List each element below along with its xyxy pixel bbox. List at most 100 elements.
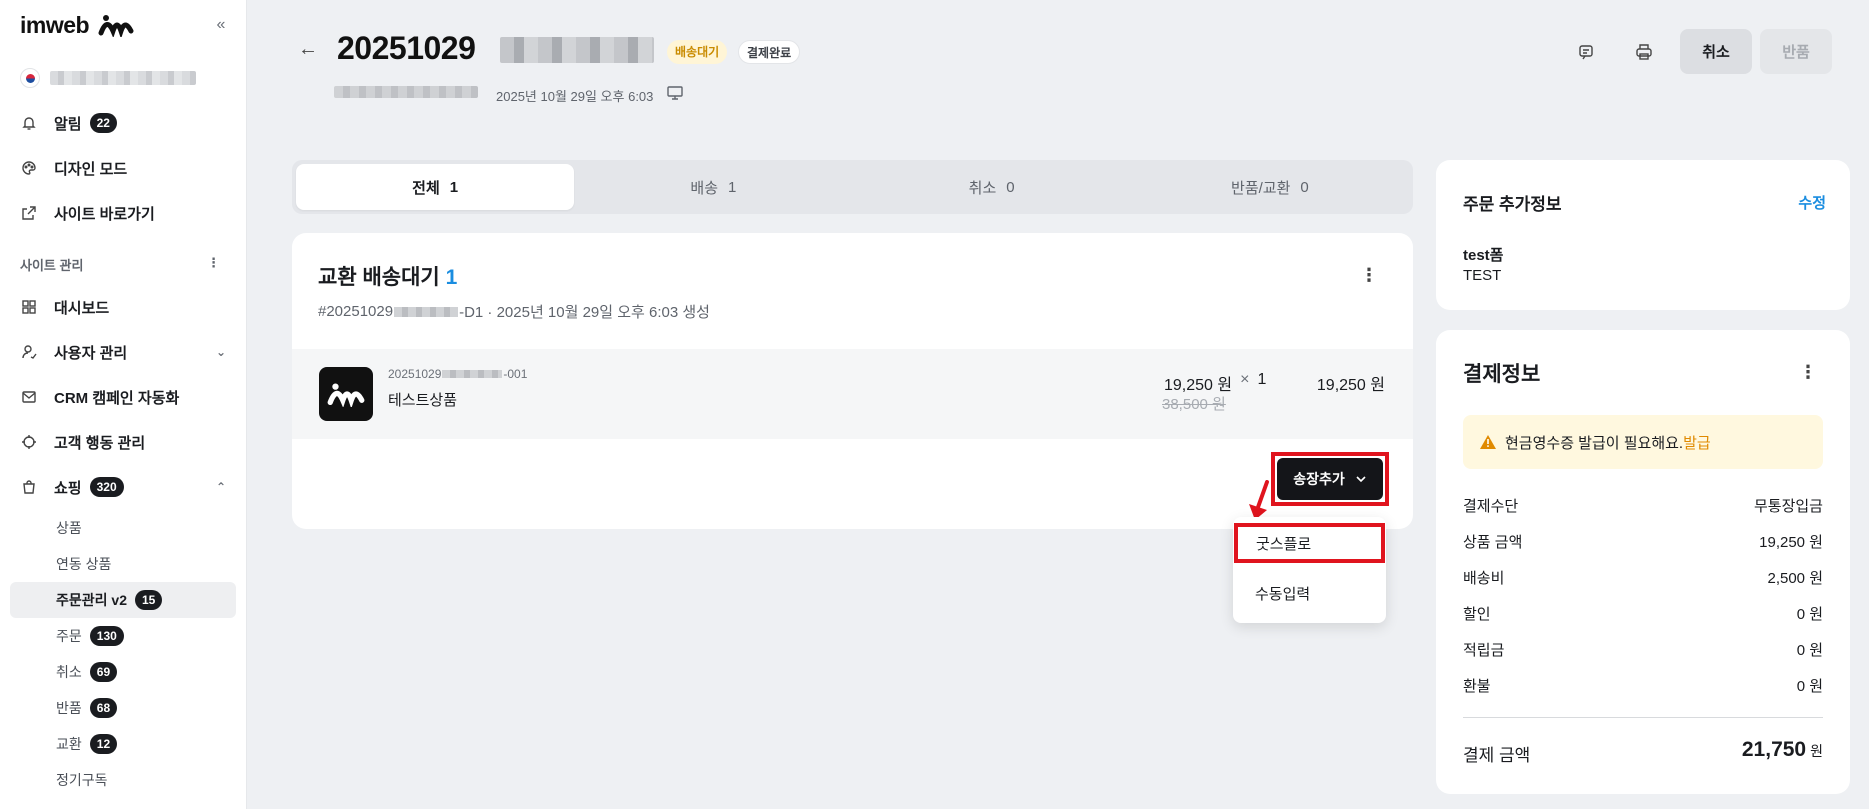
- monitor-icon: [667, 86, 683, 100]
- exchange-count: 1: [445, 266, 458, 289]
- add-invoice-button[interactable]: 송장추가: [1277, 458, 1383, 500]
- nav-item-user-management[interactable]: 사용자 관리 ⌄: [10, 334, 236, 370]
- korea-flag-icon: [20, 68, 40, 88]
- add-invoice-highlight: 송장추가: [1271, 452, 1389, 506]
- status-badge-paid: 결제완료: [738, 40, 801, 64]
- dropdown-item-manual-input[interactable]: 수동입력: [1233, 573, 1386, 613]
- logo-mark-icon: [98, 14, 134, 37]
- total-label: 결제 금액: [1463, 746, 1531, 765]
- edit-link[interactable]: 수정: [1798, 192, 1826, 213]
- row-value: 0 원: [1796, 606, 1823, 623]
- memo-button[interactable]: [1572, 38, 1600, 66]
- logo[interactable]: imweb: [20, 12, 135, 39]
- nav-item-shopping[interactable]: 쇼핑 320 ⌃: [10, 469, 236, 505]
- payment-row-discount: 할인 0 원: [1463, 603, 1823, 624]
- nav-item-dashboard[interactable]: 대시보드: [10, 289, 236, 325]
- row-label: 환불: [1463, 678, 1491, 695]
- tab-label: 반품/교환: [1231, 179, 1291, 197]
- tab-label: 배송: [690, 179, 718, 197]
- nav-item-design-mode[interactable]: 디자인 모드: [10, 150, 236, 186]
- section-more-icon[interactable]: ⋮: [207, 255, 220, 274]
- nav-item-crm-campaign[interactable]: CRM 캠페인 자동화: [10, 379, 236, 415]
- tab-label: 취소: [968, 179, 997, 197]
- row-value: 0 원: [1796, 642, 1823, 659]
- logo-text: imweb: [20, 11, 90, 38]
- sub-label: 상품: [56, 520, 82, 536]
- meta-prefix: #20251029: [318, 303, 394, 320]
- unit-price-qty: 19,250 원 × 1: [1164, 371, 1266, 395]
- user-icon: [20, 343, 38, 361]
- sub-item-returns[interactable]: 반품 68: [10, 690, 236, 726]
- exchange-card-title: 교환 배송대기 1: [318, 261, 457, 291]
- nav-label: 사용자 관리: [54, 344, 128, 362]
- order-number-title: 20251029: [337, 30, 476, 66]
- row-value: 2,500 원: [1767, 570, 1823, 587]
- payment-row-shipping: 배송비 2,500 원: [1463, 567, 1823, 588]
- tab-count: 0: [1300, 178, 1309, 196]
- payment-row-method: 결제수단 무통장입금: [1463, 495, 1823, 516]
- sub-item-subscriptions[interactable]: 정기구독: [10, 762, 236, 798]
- nav-label: 디자인 모드: [54, 160, 128, 178]
- logo-row: imweb «: [20, 10, 230, 40]
- notification-count-badge: 22: [89, 113, 117, 133]
- sidebar: imweb « 알림 22 디자인 모드 사이트 바로가기 사이트 관리 ⋮ 대…: [0, 0, 247, 809]
- product-code: 20251029 -001: [388, 367, 527, 381]
- message-icon: [1579, 45, 1593, 60]
- nav-item-notifications[interactable]: 알림 22: [10, 105, 236, 141]
- customer-info-redacted: [334, 86, 478, 98]
- product-name[interactable]: 테스트상품: [388, 389, 457, 410]
- payment-more-icon[interactable]: ⋮: [1798, 363, 1818, 381]
- total-unit: 원: [1810, 743, 1823, 759]
- sub-item-orders[interactable]: 주문 130: [10, 618, 236, 654]
- return-order-button[interactable]: 반품: [1760, 29, 1832, 74]
- extra-field-label: test폼: [1463, 247, 1504, 264]
- tab-all[interactable]: 전체 1: [296, 164, 575, 210]
- add-invoice-dropdown: 굿스플로 수동입력: [1233, 517, 1386, 623]
- nav-item-customer-behavior[interactable]: 고객 행동 관리: [10, 424, 236, 460]
- nav-item-site-shortcut[interactable]: 사이트 바로가기: [10, 195, 236, 231]
- chevron-down-icon: ⌄: [215, 345, 226, 359]
- add-invoice-label: 송장추가: [1293, 471, 1345, 487]
- nav-label: 알림: [54, 115, 82, 133]
- row-value: 0 원: [1796, 678, 1823, 695]
- tab-shipping[interactable]: 배송 1: [574, 164, 852, 210]
- sub-label: 정기구독: [56, 772, 108, 788]
- row-label: 적립금: [1463, 642, 1505, 659]
- sub-item-order-management-v2[interactable]: 주문관리 v2 15: [10, 582, 236, 618]
- dropdown-item-goodsflow[interactable]: 굿스플로: [1234, 523, 1385, 563]
- issue-receipt-link[interactable]: 발급: [1683, 435, 1711, 452]
- shopping-submenu: 상품 연동 상품 주문관리 v2 15 주문 130 취소 69 반품 68 교환 12 …: [10, 510, 236, 798]
- product-row: 20251029 -001 테스트상품 19,250 원 × 1 38,500 …: [292, 349, 1413, 439]
- code-redacted: [442, 370, 503, 378]
- tab-count: 1: [449, 178, 459, 196]
- exchange-more-icon[interactable]: ⋮: [1359, 266, 1379, 284]
- quantity: 1: [1257, 371, 1267, 388]
- order-number-redacted: [500, 37, 654, 63]
- print-button[interactable]: [1630, 38, 1658, 66]
- sub-label: 취소: [56, 664, 82, 680]
- back-arrow-icon[interactable]: ←: [298, 38, 318, 61]
- status-badge-shipping-wait: 배송대기: [667, 40, 728, 64]
- tab-return-exchange[interactable]: 반품/교환 0: [1131, 164, 1409, 210]
- order-extra-info-card: 주문 추가정보 수정 test폼 TEST: [1436, 160, 1850, 310]
- meta-redacted: [394, 306, 459, 317]
- row-value: 19,250 원: [1759, 534, 1823, 551]
- mail-icon: [20, 388, 38, 406]
- payment-row-refund: 환불 0 원: [1463, 675, 1823, 696]
- sub-label: 주문: [56, 628, 82, 644]
- sub-item-products[interactable]: 상품: [10, 510, 236, 546]
- site-selector[interactable]: [20, 66, 230, 90]
- chevron-up-icon: ⌃: [215, 480, 226, 494]
- sub-item-cancels[interactable]: 취소 69: [10, 654, 236, 690]
- sub-item-linked-products[interactable]: 연동 상품: [10, 546, 236, 582]
- payment-title: 결제정보: [1463, 363, 1541, 386]
- sub-item-exchanges[interactable]: 교환 12: [10, 726, 236, 762]
- tab-cancel[interactable]: 취소 0: [853, 164, 1131, 210]
- row-label: 배송비: [1463, 570, 1505, 587]
- collapse-sidebar-icon[interactable]: «: [212, 16, 230, 34]
- line-total: 19,250 원: [1316, 377, 1385, 394]
- payment-divider: [1463, 717, 1823, 718]
- cancel-order-button[interactable]: 취소: [1680, 29, 1752, 74]
- total-value: 21,750: [1741, 738, 1807, 761]
- tab-label: 전체: [412, 179, 440, 197]
